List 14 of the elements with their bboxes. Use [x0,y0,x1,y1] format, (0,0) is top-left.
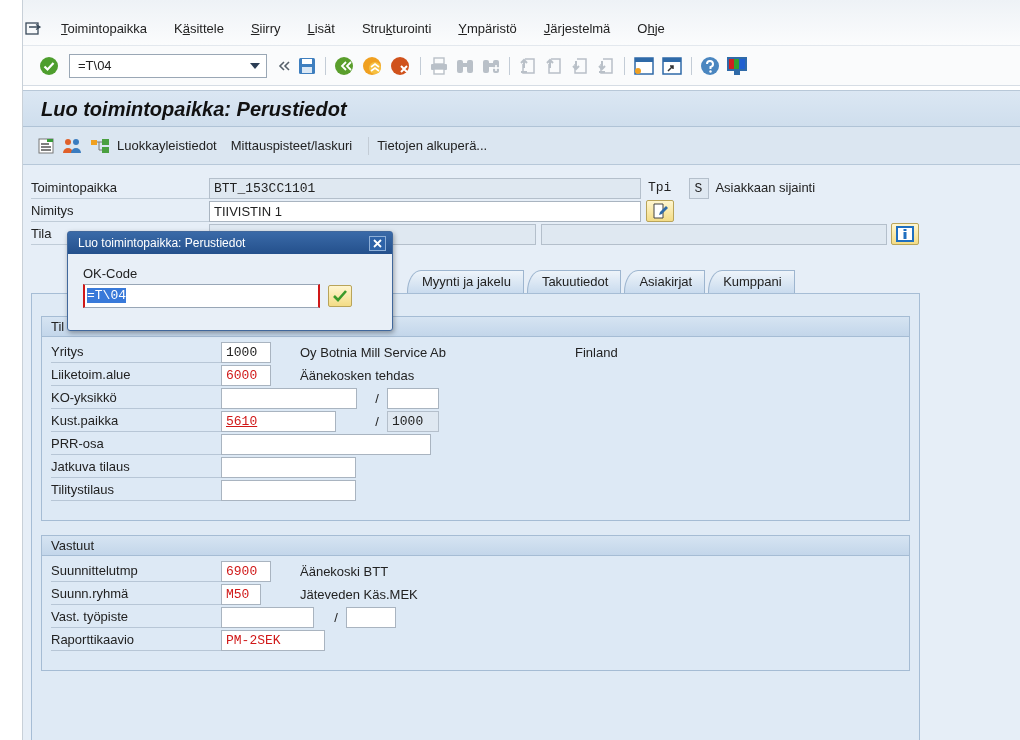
field-text: Finland [575,343,618,362]
field-text: Äänekosken tehdas [300,366,416,385]
group-title: Vastuut [51,538,95,553]
field-label: Tpi [648,179,672,198]
field-text: Oy Botnia Mill Service Ab [300,343,447,362]
field-text: Asiakkaan sijainti [715,179,816,198]
field-label: OK-Code [83,265,139,283]
field-text: Äänekoski BTT [300,562,390,581]
field-text: Jäteveden Käs.MEK [300,585,419,604]
separator-text: / [374,389,380,408]
separator-text: / [333,608,339,627]
separator-text: / [374,412,380,431]
page-title: Luo toimintopaikka: Perustiedot [23,91,1020,127]
group-title: Til [51,319,65,334]
